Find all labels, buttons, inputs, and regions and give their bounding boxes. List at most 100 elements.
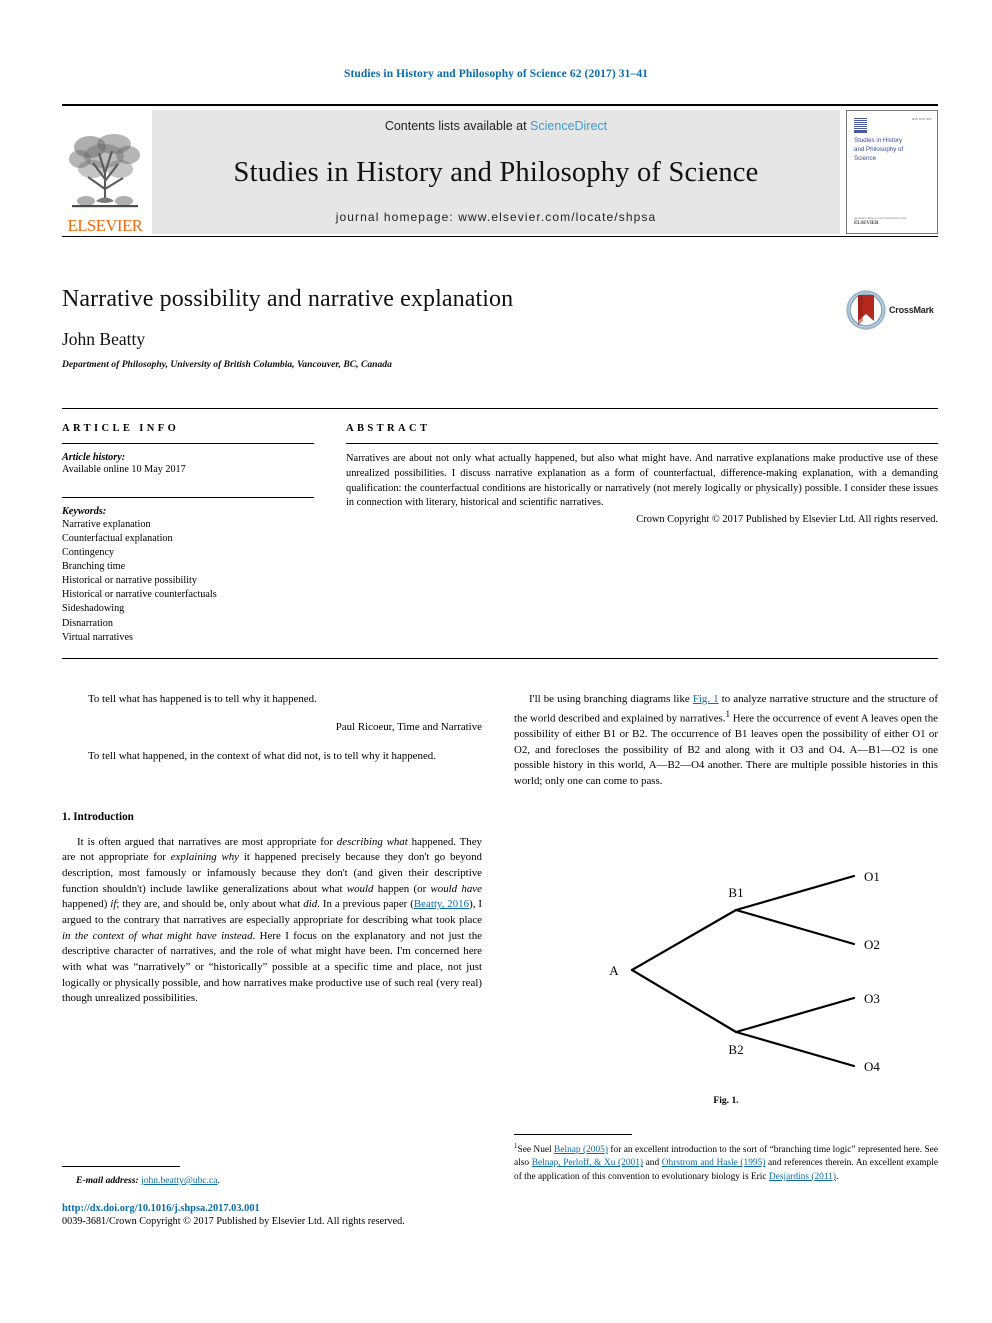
right-column-paragraph: I'll be using branching diagrams like Fi… — [514, 692, 938, 789]
intro-em-7: in the context of what might have instea… — [62, 929, 253, 942]
footnote-text: 1See Nuel Belnap (2005) for an excellent… — [514, 1142, 938, 1184]
intro-text-4: happen (or — [373, 882, 431, 895]
author-name: John Beatty — [62, 329, 146, 349]
crossmark-badge[interactable]: CrossMark — [846, 286, 938, 334]
abstract-heading: ABSTRACT — [346, 423, 431, 434]
author-affiliation: Department of Philosophy, University of … — [62, 359, 392, 370]
article-history-value: Available online 10 May 2017 — [62, 464, 186, 475]
list-item: Branching time — [62, 561, 126, 573]
list-item: Historical or narrative possibility — [62, 575, 197, 587]
masthead-bottom-rule — [62, 236, 938, 237]
article-page: Studies in History and Philosophy of Sci… — [0, 0, 992, 1323]
intro-text-1: It is often argued that narratives are m… — [77, 835, 337, 848]
list-item: Contingency — [62, 547, 115, 559]
contents-prefix: Contents lists available at — [384, 119, 531, 133]
abstract-copyright: Crown Copyright © 2017 Published by Else… — [636, 514, 938, 526]
figure-link-fig1[interactable]: Fig. 1 — [693, 693, 719, 705]
cover-publisher-icon — [854, 118, 867, 133]
contents-lists-line: Contents lists available at ScienceDirec… — [385, 119, 607, 133]
keywords-rule — [62, 497, 314, 498]
intro-em-6: did — [303, 898, 318, 911]
keywords-list: Narrative explanation Counterfactual exp… — [62, 518, 314, 645]
figure-caption: Fig. 1. — [713, 1095, 739, 1106]
list-item: Disnarration — [62, 617, 113, 629]
citation-link-belnap-2005[interactable]: Belnap (2005) — [554, 1145, 608, 1155]
left-column: To tell what has happened is to tell why… — [62, 692, 482, 1007]
list-item: Historical or narrative counterfactuals — [62, 589, 217, 601]
node-label-o1: O1 — [864, 869, 880, 884]
intro-text-5: happened) — [62, 898, 111, 911]
article-history-label: Article history: — [62, 452, 126, 463]
doi-link[interactable]: http://dx.doi.org/10.1016/j.shpsa.2017.0… — [62, 1203, 482, 1214]
running-head: Studies in History and Philosophy of Sci… — [343, 68, 649, 80]
sciencedirect-link[interactable]: ScienceDirect — [530, 119, 607, 133]
section-heading-introduction: 1. Introduction — [62, 810, 134, 823]
email-suffix: . — [217, 1175, 220, 1186]
list-item: Sideshadowing — [62, 603, 125, 615]
abstract-rule — [346, 443, 938, 444]
footnote-rule — [514, 1134, 632, 1135]
info-abstract-region: ARTICLE INFO Article history: Available … — [62, 408, 938, 645]
epigraph-quote-2: To tell what happened, in the context of… — [88, 749, 436, 762]
node-label-o3: O3 — [864, 991, 880, 1006]
journal-title: Studies in History and Philosophy of Sci… — [233, 156, 759, 188]
page-title: Narrative possibility and narrative expl… — [62, 286, 514, 312]
cover-corner-text: ISSN 0039-3681 — [911, 118, 932, 121]
email-link[interactable]: john.beatty@ubc.ca — [141, 1175, 218, 1186]
list-item: Counterfactual explanation — [62, 533, 173, 545]
node-label-b1: B1 — [728, 885, 743, 900]
abstract-text: Narratives are about not only what actua… — [346, 453, 938, 509]
cover-footer-brand: ELSEVIER — [854, 221, 879, 226]
citation-link-beatty-2016[interactable]: Beatty, 2016 — [414, 898, 469, 910]
node-label-o2: O2 — [864, 937, 880, 952]
list-item: Narrative explanation — [62, 519, 151, 530]
cover-footer: Available online at www.sciencedirect.co… — [854, 217, 910, 226]
right-column: I'll be using branching diagrams like Fi… — [514, 692, 938, 789]
footnote-text-1: See Nuel — [517, 1145, 555, 1156]
journal-homepage-link[interactable]: journal homepage: www.elsevier.com/locat… — [336, 210, 657, 224]
epigraph-attribution-1: Paul Ricoeur, Time and Narrative — [335, 720, 482, 733]
journal-cover-thumbnail: ISSN 0039-3681 Studies in History and Ph… — [846, 110, 938, 234]
epigraph-quote-1: To tell what has happened is to tell why… — [88, 693, 317, 705]
article-info-column: ARTICLE INFO Article history: Available … — [62, 423, 314, 645]
cover-title: Studies in History and Philosophy of Sci… — [854, 137, 904, 162]
introduction-paragraph: It is often argued that narratives are m… — [62, 835, 482, 1007]
email-line: E-mail address: john.beatty@ubc.ca. — [62, 1175, 482, 1186]
node-label-b2: B2 — [728, 1042, 743, 1057]
right-text-1: I'll be using branching diagrams like — [529, 693, 693, 705]
page-footer: E-mail address: john.beatty@ubc.ca. http… — [62, 1166, 482, 1227]
citation-link-belnap-perloff-xu-2001[interactable]: Belnap, Perloff, & Xu (2001) — [532, 1158, 643, 1168]
journal-masthead: ELSEVIER Contents lists available at Sci… — [62, 104, 938, 237]
list-item: Virtual narratives — [62, 631, 133, 643]
branching-diagram: A B1 B2 O1 O2 O3 O4 — [609, 869, 880, 1074]
email-label: E-mail address: — [76, 1175, 139, 1186]
elsevier-wordmark: ELSEVIER — [67, 215, 143, 235]
intro-em-4: would have — [430, 882, 482, 895]
keywords-label: Keywords: — [62, 506, 107, 517]
intro-text-7: . In a previous paper ( — [317, 898, 414, 911]
footer-rule — [62, 1166, 180, 1167]
footnote-block: 1See Nuel Belnap (2005) for an excellent… — [514, 1134, 938, 1184]
citation-link-desjardins-2011[interactable]: Desjardins (2011) — [769, 1172, 836, 1182]
intro-em-3: would — [346, 882, 374, 895]
article-info-heading: ARTICLE INFO — [62, 423, 180, 434]
title-block: Narrative possibility and narrative expl… — [62, 286, 938, 370]
node-label-o4: O4 — [864, 1059, 880, 1074]
abstract-column: ABSTRACT Narratives are about not only w… — [346, 423, 938, 645]
elsevier-logo: ELSEVIER — [62, 110, 148, 236]
cover-footer-small: Available online at www.sciencedirect.co… — [854, 217, 907, 220]
journal-band: Contents lists available at ScienceDirec… — [152, 110, 840, 234]
crossmark-label: CrossMark — [889, 305, 934, 315]
footnote-text-5: . — [836, 1171, 839, 1182]
node-label-a: A — [609, 963, 619, 978]
issn-copyright-line: 0039-3681/Crown Copyright © 2017 Publish… — [62, 1216, 405, 1227]
citation-link-ohrstrom-hasle-1995[interactable]: Ohrstrom and Hasle (1995) — [662, 1158, 766, 1168]
info-abstract-bottom-rule — [62, 658, 938, 659]
figure-1: A B1 B2 O1 O2 O3 O4 Fig. 1. — [514, 862, 938, 1106]
footnote-text-3: and — [643, 1158, 662, 1169]
article-info-rule — [62, 443, 314, 444]
intro-em-2: explaining why — [170, 851, 240, 864]
intro-em-1: describing what — [336, 835, 408, 848]
crossmark-icon — [846, 290, 886, 330]
intro-text-6: ; they are, and should be, only about wh… — [116, 898, 304, 911]
